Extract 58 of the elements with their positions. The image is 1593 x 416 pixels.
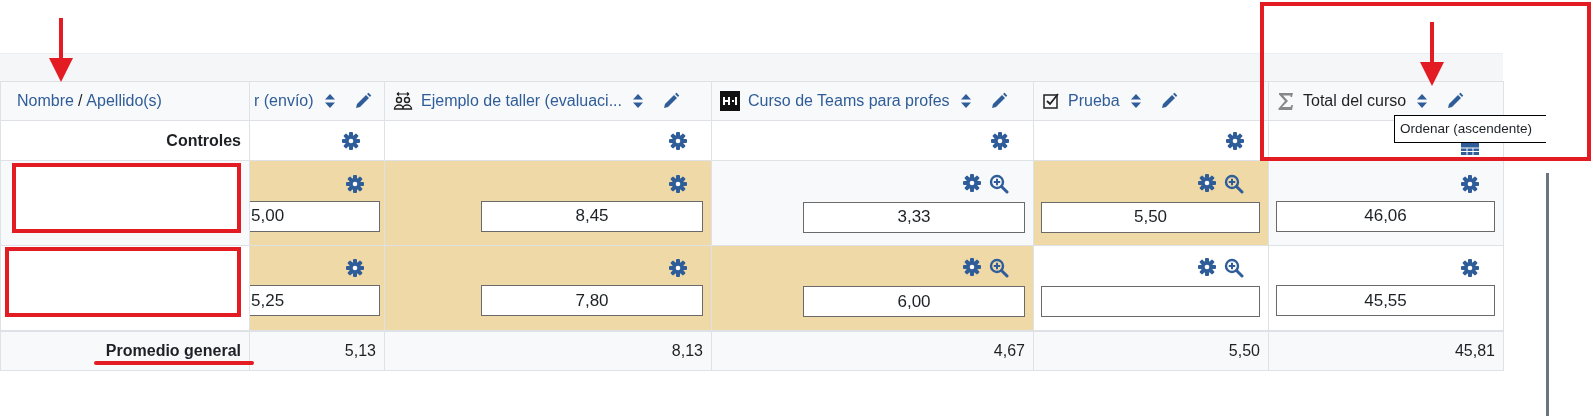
- sort-icon[interactable]: [1129, 92, 1142, 110]
- scrollbar[interactable]: [1546, 173, 1549, 416]
- zoom-in-icon[interactable]: [1224, 258, 1244, 279]
- row-label: Promedio general: [105, 341, 241, 359]
- sigma-icon: [1277, 91, 1295, 111]
- grade-field[interactable]: 5,50: [1041, 201, 1260, 233]
- settings-icon[interactable]: [342, 131, 360, 150]
- row-label: Controles: [166, 131, 241, 149]
- grade-field[interactable]: 7,80: [481, 285, 703, 317]
- average-value: 45,81: [1454, 341, 1495, 359]
- tile-icon: [720, 91, 740, 111]
- sort-link[interactable]: Nombre: [17, 89, 74, 113]
- grade-field[interactable]: 45,55: [1276, 285, 1495, 317]
- edit-icon[interactable]: [662, 92, 680, 110]
- zoom-in-icon[interactable]: [989, 258, 1009, 279]
- settings-icon[interactable]: [1198, 258, 1216, 277]
- people-icon: [393, 91, 413, 111]
- edit-icon[interactable]: [1446, 92, 1465, 110]
- edit-icon[interactable]: [1159, 92, 1178, 110]
- settings-icon[interactable]: [963, 258, 981, 277]
- settings-icon[interactable]: [1198, 173, 1216, 192]
- settings-icon[interactable]: [1461, 259, 1479, 278]
- settings-icon[interactable]: [346, 174, 364, 193]
- tooltip: Ordenar (ascendente): [1394, 115, 1546, 143]
- grade-field[interactable]: 8,45: [481, 200, 703, 232]
- zoom-in-icon[interactable]: [989, 173, 1009, 194]
- sort-icon[interactable]: [959, 92, 972, 110]
- average-value: 4,67: [993, 341, 1025, 359]
- grade-field[interactable]: 5,00: [250, 200, 380, 232]
- checkbox-icon: [1042, 92, 1060, 110]
- sort-icon[interactable]: [323, 92, 336, 110]
- settings-icon[interactable]: [669, 131, 687, 150]
- average-value: 5,13: [344, 341, 376, 359]
- settings-icon[interactable]: [963, 173, 981, 192]
- average-value: 5,50: [1228, 341, 1260, 359]
- edit-icon[interactable]: [989, 92, 1008, 110]
- edit-icon[interactable]: [353, 92, 372, 110]
- arrow-drawing: [48, 18, 74, 82]
- separator-text: /: [77, 91, 83, 111]
- grade-field[interactable]: [1041, 286, 1260, 318]
- grade-field[interactable]: 46,06: [1276, 200, 1495, 232]
- sort-icon[interactable]: [1416, 92, 1429, 110]
- settings-icon[interactable]: [669, 174, 687, 193]
- column-title: Total del curso: [1303, 91, 1407, 111]
- settings-icon[interactable]: [669, 259, 687, 278]
- settings-icon[interactable]: [1226, 131, 1244, 150]
- settings-icon[interactable]: [1461, 174, 1479, 193]
- sort-icon[interactable]: [632, 92, 644, 110]
- grade-field[interactable]: 3,33: [803, 201, 1025, 233]
- sort-link[interactable]: Apellido(s): [86, 89, 162, 113]
- zoom-in-icon[interactable]: [1224, 173, 1244, 194]
- grade-field[interactable]: 5,25: [250, 285, 380, 317]
- settings-icon[interactable]: [346, 259, 364, 278]
- grade-field[interactable]: 6,00: [803, 286, 1025, 318]
- average-value: 8,13: [671, 341, 703, 359]
- column-link[interactable]: Prueba: [1068, 89, 1120, 113]
- arrow-drawing: [1419, 22, 1445, 86]
- settings-icon[interactable]: [991, 131, 1009, 150]
